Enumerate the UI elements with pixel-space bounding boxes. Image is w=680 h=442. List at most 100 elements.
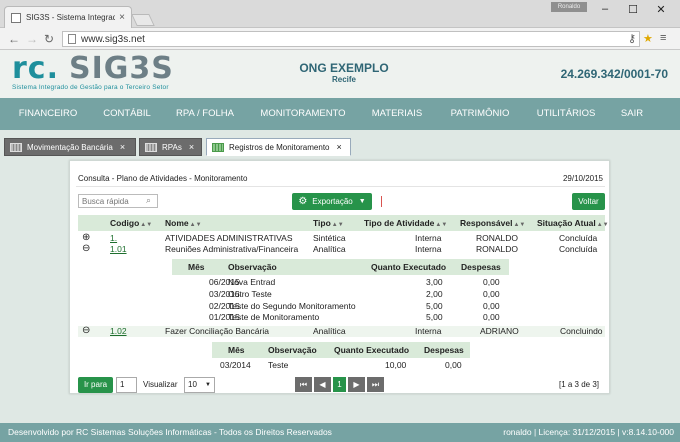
column-header-codigo[interactable]: Codigo▲▼	[110, 218, 152, 228]
menu-item-materiais[interactable]: MATERIAIS	[354, 98, 440, 130]
row-situacao: Concluída	[559, 233, 598, 243]
menu-item-sair[interactable]: SAIR	[612, 98, 652, 130]
row-tipo: Analítica	[313, 326, 346, 336]
sort-icon: ▲▼	[189, 222, 202, 228]
new-tab-button[interactable]	[131, 14, 155, 26]
first-page-icon[interactable]: ⏮	[295, 377, 312, 392]
row-nome: Reuniões Administrativa/Financeira	[165, 244, 299, 254]
close-icon[interactable]: ×	[189, 142, 194, 152]
table-row[interactable]: ⊖ 1.02 Fazer Conciliação Bancária Analít…	[78, 326, 605, 337]
sort-icon: ▲▼	[435, 222, 448, 228]
menu-item-patrimonio[interactable]: PATRIMÔNIO	[440, 98, 520, 130]
maximize-icon[interactable]: ☐	[623, 3, 643, 16]
pagination-info: [1 a 3 de 3]	[558, 380, 599, 389]
organization-block: ONG EXEMPLO Recife	[240, 61, 448, 84]
menu-item-rpa-folha[interactable]: RPA / FOLHA	[158, 98, 252, 130]
tab-label: RPAs	[162, 142, 182, 152]
main-menu: FINANCEIRO CONTÁBIL RPA / FOLHA MONITORA…	[0, 98, 680, 130]
row-tipo-atividade: Interna	[415, 244, 442, 254]
column-header-tipo[interactable]: Tipo▲▼	[313, 218, 344, 228]
voltar-button[interactable]: Voltar	[572, 193, 605, 210]
browser-tab-title: SIG3S - Sistema Integrado d	[26, 13, 116, 22]
collapse-minus-icon[interactable]: ⊖	[82, 244, 90, 254]
sub-observacao: Teste	[268, 360, 289, 370]
row-tipo-atividade: Interna	[415, 233, 442, 243]
table-row[interactable]: ⊖ 1.01 Reuniões Administrativa/Financeir…	[78, 244, 605, 255]
organization-name: ONG EXEMPLO	[299, 61, 389, 75]
bookmark-star-icon[interactable]: ★	[643, 32, 653, 45]
prev-page-icon[interactable]: ◀	[314, 377, 331, 392]
menu-item-contabil[interactable]: CONTÁBIL	[96, 98, 158, 130]
divider	[76, 186, 605, 187]
key-icon[interactable]: ⚷	[628, 32, 636, 45]
footer: Desenvolvido por RC Sistemas Soluções In…	[0, 423, 680, 442]
sub-observacao: Teste de Monitoramento	[228, 312, 320, 322]
minimize-icon[interactable]: –	[595, 3, 615, 15]
browser-tab[interactable]: SIG3S - Sistema Integrado d ×	[4, 6, 132, 28]
collapse-minus-icon[interactable]: ⊖	[82, 326, 90, 336]
row-tipo: Sintética	[313, 233, 346, 243]
expand-plus-icon[interactable]: ⊕	[82, 233, 90, 243]
column-header-situacao[interactable]: Situação Atual▲▼	[537, 218, 609, 228]
sub-executado: 5,00	[426, 301, 443, 311]
sig3s-logo: rc. SIG3S Sistema Integrado de Gestão par…	[12, 51, 174, 92]
row-responsavel: RONALDO	[476, 233, 519, 243]
row-responsavel: ADRIANO	[480, 326, 519, 336]
column-header-tipo-atividade[interactable]: Tipo de Atividade▲▼	[364, 218, 447, 228]
address-bar[interactable]: www.sig3s.net	[62, 31, 640, 47]
ir-para-button[interactable]: Ir para	[78, 377, 113, 393]
forward-arrow-icon[interactable]: →	[26, 32, 38, 46]
sub-observacao: Outro Teste	[228, 289, 272, 299]
row-tipo-atividade: Interna	[415, 326, 442, 336]
row-codigo-link[interactable]: 1.	[110, 233, 117, 243]
rows-per-page-select[interactable]: 10 ▼	[184, 377, 215, 393]
app-header: rc. SIG3S Sistema Integrado de Gestão par…	[0, 50, 680, 98]
tab-movimentacao-bancaria[interactable]: Movimentação Bancária ×	[4, 138, 136, 156]
close-tab-icon[interactable]: ×	[119, 12, 125, 23]
export-button[interactable]: ⚙ Exportação ▼	[292, 193, 372, 210]
page-favicon-icon	[11, 12, 21, 23]
sort-icon: ▲▼	[140, 222, 153, 228]
table-icon	[212, 142, 224, 152]
footer-license: ronaldo | Licença: 31/12/2015 | v:8.14.1…	[503, 427, 674, 437]
search-icon[interactable]: ⌕	[146, 195, 151, 206]
panel-date: 29/10/2015	[562, 174, 603, 183]
tab-rpas[interactable]: RPAs ×	[139, 138, 202, 156]
column-header-responsavel[interactable]: Responsável▲▼	[460, 218, 525, 228]
reload-icon[interactable]: ↻	[44, 32, 54, 46]
sub-executado: 3,00	[426, 277, 443, 287]
table-icon	[10, 142, 22, 152]
logo-rc-text: rc.	[12, 51, 59, 86]
menu-item-financeiro[interactable]: FINANCEIRO	[0, 98, 96, 130]
row-codigo-link[interactable]: 1.01	[110, 244, 127, 254]
back-arrow-icon[interactable]: ←	[8, 32, 20, 46]
subtable-header-despesas: Despesas	[424, 345, 464, 355]
chevron-down-icon: ▼	[358, 198, 366, 205]
close-icon[interactable]: ×	[337, 142, 342, 152]
page-number-input[interactable]: 1	[116, 377, 137, 393]
subtable-row: 03/2014 Teste 10,00 0,00	[212, 360, 470, 371]
last-page-icon[interactable]: ⏭	[367, 377, 384, 392]
sub-executado: 5,00	[426, 312, 443, 322]
close-window-icon[interactable]: ✕	[651, 3, 671, 16]
tab-registros-de-monitoramento[interactable]: Registros de Monitoramento ×	[206, 138, 351, 156]
close-icon[interactable]: ×	[120, 142, 125, 152]
menu-item-monitoramento[interactable]: MONITORAMENTO	[252, 98, 354, 130]
table-row[interactable]: ⊕ 1. ATIVIDADES ADMINISTRATIVAS Sintétic…	[78, 233, 605, 244]
current-page-button[interactable]: 1	[333, 377, 346, 392]
browser-toolbar: ← → ↻ www.sig3s.net ⚷ ★ ≡	[0, 28, 680, 50]
browser-user-chip[interactable]: Ronaldo	[551, 2, 587, 12]
row-codigo-link[interactable]: 1.02	[110, 326, 127, 336]
module-tabs: Movimentação Bancária × RPAs × Registros…	[0, 130, 680, 158]
sub-despesas: 0,00	[483, 301, 500, 311]
footer-credits: Desenvolvido por RC Sistemas Soluções In…	[8, 427, 332, 437]
browser-menu-icon[interactable]: ≡	[660, 32, 666, 44]
consulta-panel: Consulta - Plano de Atividades - Monitor…	[69, 160, 610, 394]
column-header-nome[interactable]: Nome▲▼	[165, 218, 202, 228]
menu-item-utilitarios[interactable]: UTILITÁRIOS	[520, 98, 612, 130]
table-header: Codigo▲▼ Nome▲▼ Tipo▲▼ Tipo de Atividade…	[78, 215, 609, 231]
tab-label: Movimentação Bancária	[27, 142, 113, 152]
sub-executado: 2,00	[426, 289, 443, 299]
next-page-icon[interactable]: ▶	[348, 377, 365, 392]
sub-despesas: 0,00	[483, 312, 500, 322]
